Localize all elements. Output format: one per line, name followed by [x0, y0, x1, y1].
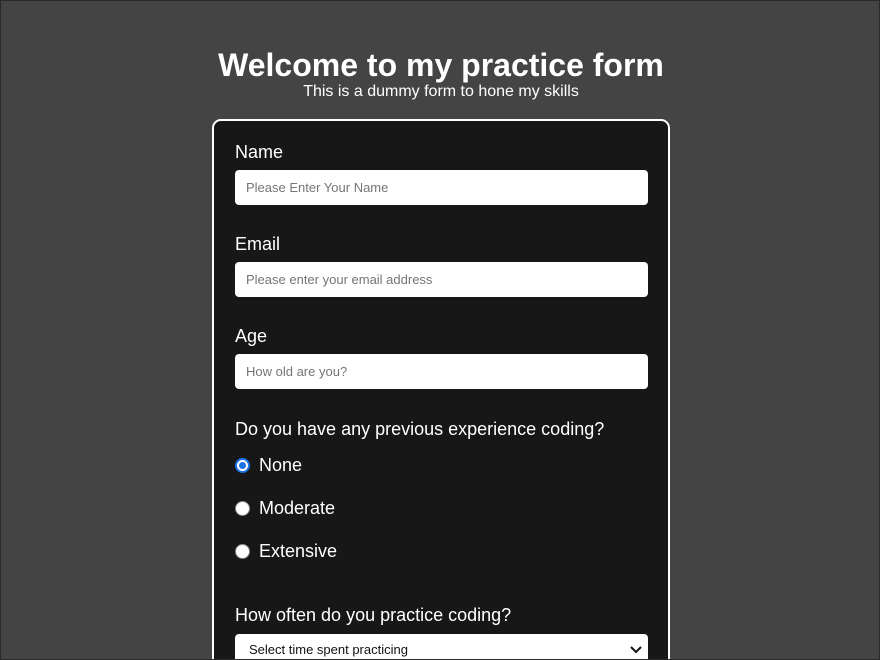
email-label: Email [235, 234, 281, 254]
radio-unchecked-icon[interactable] [235, 500, 250, 516]
radio-label-extensive: Extensive [259, 541, 338, 561]
chevron-down-icon [630, 642, 642, 657]
experience-question: Do you have any previous experience codi… [235, 419, 605, 439]
radio-label-none: None [259, 455, 303, 475]
page-subtitle: This is a dummy form to hone my skills [303, 83, 579, 100]
page-title: Welcome to my practice form [218, 47, 664, 83]
practice-form: Name Email Age Do you have any previous … [212, 119, 670, 659]
practice-frequency-select[interactable]: Select time spent practicing [235, 634, 648, 659]
radio-option-moderate[interactable]: Moderate [235, 497, 335, 519]
radio-checked-icon[interactable] [235, 457, 250, 473]
email-input[interactable] [235, 262, 648, 297]
name-label: Name [235, 142, 284, 162]
page: Welcome to my practice form This is a du… [0, 0, 880, 660]
radio-label-moderate: Moderate [259, 498, 336, 518]
age-label: Age [235, 326, 268, 346]
radio-option-none[interactable]: None [235, 454, 302, 476]
radio-option-extensive[interactable]: Extensive [235, 540, 337, 562]
select-value: Select time spent practicing [249, 641, 408, 657]
age-input[interactable] [235, 354, 648, 389]
name-input[interactable] [235, 170, 648, 205]
radio-unchecked-icon[interactable] [235, 543, 250, 559]
frequency-question: How often do you practice coding? [235, 605, 512, 625]
